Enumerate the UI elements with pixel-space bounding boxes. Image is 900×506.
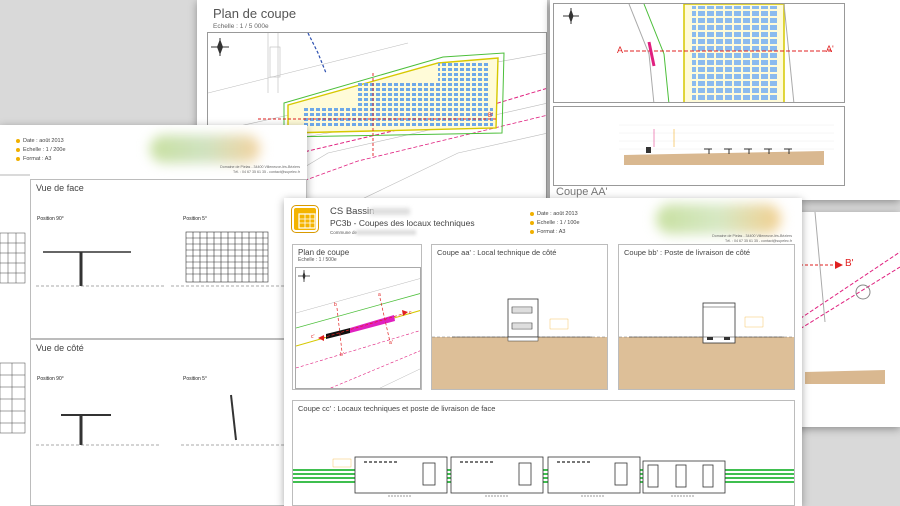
right-map-marker-b: B' <box>845 258 854 269</box>
coupe-bb-panel: Coupe bb' : Poste de livraison de côté <box>618 244 795 390</box>
main-address: Domaine de Pielas - 34400 Villeneuve-lès… <box>712 234 792 243</box>
north-arrow-icon <box>563 8 579 24</box>
plan-label-b: b <box>334 302 337 308</box>
vues-logo-blurred <box>150 135 260 163</box>
main-project-redacted <box>370 208 410 215</box>
north-arrow-icon <box>298 270 310 282</box>
vue-cote-drawing <box>36 394 301 446</box>
main-meta-format: Format : A3 <box>537 229 566 235</box>
main-plan-coupe-scale: Echelle : 1 / 500e <box>298 257 337 263</box>
coupe-aa-panel: Coupe aa' : Local technique de côté <box>431 244 608 390</box>
sheet-plan-title: Plan de coupe <box>213 6 297 21</box>
local-technique-2 <box>450 456 544 494</box>
coupe-aa-marker-a-prime: A' <box>826 44 834 54</box>
main-plan-coupe-title: Plan de coupe <box>298 248 350 257</box>
plan-label-a-prime: a' <box>389 340 393 346</box>
coupe-aa-marker-a: A <box>617 45 624 55</box>
building-icon-glyph <box>298 213 316 229</box>
vue-face-panel: Vue de face Position 90° Position 5° <box>30 179 307 339</box>
coupe-aa-section-drawing <box>619 124 834 165</box>
main-meta-scale: Echelle : 1 / 100e <box>537 220 580 226</box>
vues-address: Domaine de Pielas - 34400 Villeneuve-lès… <box>220 165 300 174</box>
main-project-title: CS Bassin <box>330 206 375 217</box>
vue-face-drawing <box>36 231 301 287</box>
plan-label-b-prime: b' <box>340 352 344 358</box>
sheet-plan-marker-b: B' <box>488 113 494 119</box>
main-plan-drawing <box>296 278 420 388</box>
coupe-aa-map: A A' <box>553 3 845 103</box>
main-plan-inner-frame: b a c c' a' b' <box>295 267 421 389</box>
local-technique-3 <box>547 456 641 494</box>
sheet-plan-scale: Echelle : 1 / 5 000e <box>213 23 269 30</box>
sheet-right-map: B' <box>795 212 900 427</box>
north-arrow-icon <box>211 38 229 56</box>
plan-label-c: c <box>409 310 412 316</box>
plan-label-a: a <box>378 292 381 298</box>
sheet-vues: Date : août 2013 Echelle : 1 / 200e Form… <box>0 125 307 506</box>
building-icon <box>292 206 318 232</box>
coupe-aa-section <box>553 106 845 186</box>
main-meta-date: Date : août 2013 <box>537 211 578 217</box>
main-commune-label: Commune de <box>330 230 358 235</box>
right-map-drawing <box>795 212 900 384</box>
main-logo-blurred <box>656 204 781 234</box>
main-meta: Date : août 2013 Echelle : 1 / 100e Form… <box>530 210 580 237</box>
poste-livraison <box>642 460 726 494</box>
vues-left-edge-drawing <box>0 174 30 434</box>
coupe-aa-map-drawing <box>624 4 834 102</box>
main-sheet: CS Bassin PC3b - Coupes des locaux techn… <box>284 198 802 506</box>
main-plan-coupe-panel: Plan de coupe Echelle : 1 / 500e b a c c… <box>292 244 422 390</box>
vue-cote-panel: Vue de côté Position 90° Position 5° <box>30 339 307 506</box>
sheet-coupe-aa: A A' Coupe AA' <box>550 0 900 200</box>
main-commune-redacted <box>356 230 416 235</box>
local-technique-1 <box>354 456 448 494</box>
plan-label-c-prime: c' <box>311 334 315 340</box>
coupe-cc-panel: Coupe cc' : Locaux techniques et poste d… <box>292 400 795 506</box>
main-subtitle: PC3b - Coupes des locaux techniques <box>330 218 475 228</box>
coupe-cc-drawing <box>293 456 794 497</box>
coupe-aa-title: Coupe AA' <box>556 186 608 198</box>
coupe-bb-drawing <box>619 302 794 389</box>
coupe-aa-drawing <box>432 298 607 389</box>
